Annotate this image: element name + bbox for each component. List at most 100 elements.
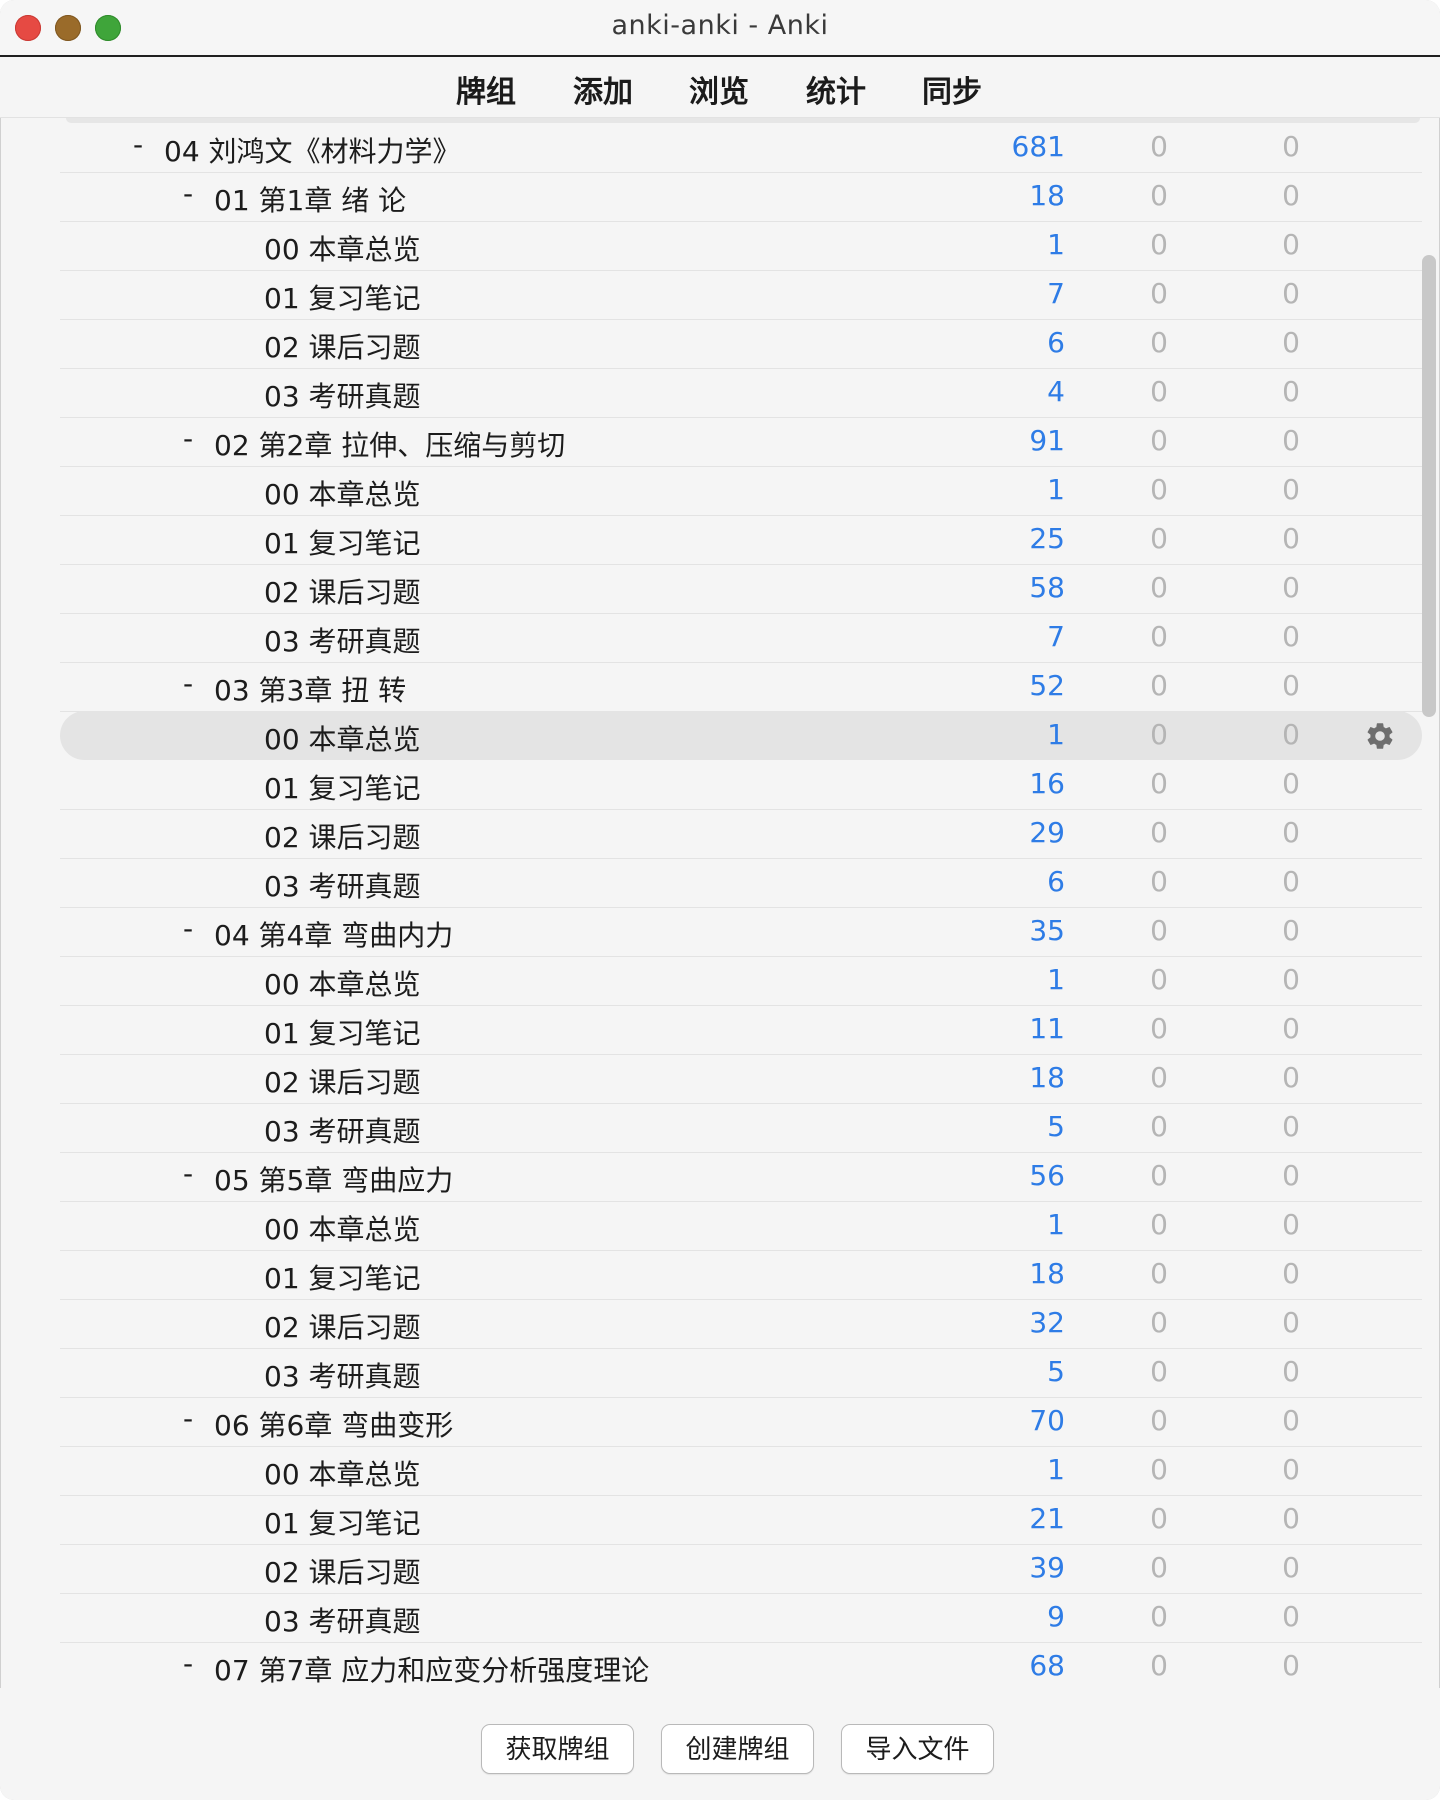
deck-row[interactable]: 02 课后习题 6 0 0 bbox=[60, 319, 1422, 369]
deck-row[interactable]: 02 课后习题 39 0 0 bbox=[60, 1544, 1422, 1594]
deck-name[interactable]: 00 本章总览 bbox=[264, 228, 421, 268]
deck-name[interactable]: 01 复习笔记 bbox=[264, 522, 421, 562]
deck-name[interactable]: 01 第1章 绪 论 bbox=[214, 179, 406, 219]
collapse-toggle[interactable]: - bbox=[183, 1157, 193, 1190]
learn-count: 0 bbox=[1150, 326, 1168, 359]
due-count: 0 bbox=[1282, 1502, 1300, 1535]
deck-name[interactable]: 03 考研真题 bbox=[264, 865, 421, 905]
deck-name[interactable]: 00 本章总览 bbox=[264, 1453, 421, 1493]
deck-row[interactable]: 00 本章总览 1 0 0 bbox=[60, 1446, 1422, 1496]
collapse-toggle[interactable]: - bbox=[183, 912, 193, 945]
deck-row[interactable]: 03 考研真题 5 0 0 bbox=[60, 1103, 1422, 1153]
learn-count: 0 bbox=[1150, 130, 1168, 163]
deck-row[interactable]: 03 考研真题 4 0 0 bbox=[60, 368, 1422, 418]
new-count: 16 bbox=[1029, 767, 1065, 800]
deck-name[interactable]: 00 本章总览 bbox=[264, 718, 421, 758]
deck-name[interactable]: 03 考研真题 bbox=[264, 1355, 421, 1395]
collapse-toggle[interactable]: - bbox=[183, 667, 193, 700]
deck-row[interactable]: 01 复习笔记 18 0 0 bbox=[60, 1250, 1422, 1300]
deck-row[interactable]: 02 课后习题 18 0 0 bbox=[60, 1054, 1422, 1104]
deck-name[interactable]: 03 考研真题 bbox=[264, 1600, 421, 1640]
deck-name[interactable]: 03 考研真题 bbox=[264, 375, 421, 415]
deck-name[interactable]: 02 课后习题 bbox=[264, 1061, 421, 1101]
deck-row[interactable]: -04 刘鸿文《材料力学》 681 0 0 bbox=[60, 123, 1422, 173]
deck-name[interactable]: 02 课后习题 bbox=[264, 326, 421, 366]
deck-row[interactable]: 01 复习笔记 16 0 0 bbox=[60, 760, 1422, 810]
deck-row[interactable]: -03 第3章 扭 转 52 0 0 bbox=[60, 662, 1422, 712]
deck-row[interactable]: 00 本章总览 1 0 0 bbox=[60, 711, 1422, 760]
toolbar-stats[interactable]: 统计 bbox=[806, 67, 866, 111]
deck-name[interactable]: 00 本章总览 bbox=[264, 473, 421, 513]
due-count: 0 bbox=[1282, 914, 1300, 947]
deck-row[interactable]: 01 复习笔记 21 0 0 bbox=[60, 1495, 1422, 1545]
collapse-toggle[interactable]: - bbox=[183, 1402, 193, 1435]
learn-count: 0 bbox=[1150, 865, 1168, 898]
gear-icon[interactable] bbox=[1364, 720, 1396, 752]
collapse-toggle[interactable]: - bbox=[183, 1647, 193, 1680]
learn-count: 0 bbox=[1150, 522, 1168, 555]
deck-row[interactable]: 03 考研真题 5 0 0 bbox=[60, 1348, 1422, 1398]
new-count: 29 bbox=[1029, 816, 1065, 849]
deck-row[interactable]: -04 第4章 弯曲内力 35 0 0 bbox=[60, 907, 1422, 957]
deck-name[interactable]: 02 课后习题 bbox=[264, 816, 421, 856]
toolbar-browse[interactable]: 浏览 bbox=[689, 67, 749, 111]
new-count: 5 bbox=[1047, 1355, 1065, 1388]
deck-name[interactable]: 01 复习笔记 bbox=[264, 1257, 421, 1297]
deck-name[interactable]: 00 本章总览 bbox=[264, 963, 421, 1003]
learn-count: 0 bbox=[1150, 1012, 1168, 1045]
import-file-button[interactable]: 导入文件 bbox=[841, 1724, 994, 1774]
deck-row[interactable]: 02 课后习题 58 0 0 bbox=[60, 564, 1422, 614]
deck-row[interactable]: 03 考研真题 7 0 0 bbox=[60, 613, 1422, 663]
deck-row[interactable]: 01 复习笔记 25 0 0 bbox=[60, 515, 1422, 565]
learn-count: 0 bbox=[1150, 473, 1168, 506]
deck-row[interactable]: 03 考研真题 9 0 0 bbox=[60, 1593, 1422, 1643]
deck-list-scrollbar[interactable] bbox=[1422, 255, 1436, 717]
create-deck-button[interactable]: 创建牌组 bbox=[661, 1724, 814, 1774]
learn-count: 0 bbox=[1150, 1600, 1168, 1633]
deck-name[interactable]: 02 课后习题 bbox=[264, 571, 421, 611]
toolbar-sync[interactable]: 同步 bbox=[922, 67, 982, 111]
deck-row[interactable]: 02 课后习题 29 0 0 bbox=[60, 809, 1422, 859]
new-count: 7 bbox=[1047, 620, 1065, 653]
deck-row[interactable]: -06 第6章 弯曲变形 70 0 0 bbox=[60, 1397, 1422, 1447]
deck-row[interactable]: -05 第5章 弯曲应力 56 0 0 bbox=[60, 1152, 1422, 1202]
deck-name[interactable]: 03 考研真题 bbox=[264, 620, 421, 660]
get-shared-decks-button[interactable]: 获取牌组 bbox=[481, 1724, 634, 1774]
deck-row[interactable]: 00 本章总览 1 0 0 bbox=[60, 466, 1422, 516]
deck-name[interactable]: 02 课后习题 bbox=[264, 1551, 421, 1591]
deck-row[interactable]: 00 本章总览 1 0 0 bbox=[60, 956, 1422, 1006]
deck-row[interactable]: 01 复习笔记 7 0 0 bbox=[60, 270, 1422, 320]
deck-name[interactable]: 01 复习笔记 bbox=[264, 767, 421, 807]
deck-name[interactable]: 02 第2章 拉伸、压缩与剪切 bbox=[214, 424, 565, 464]
deck-name[interactable]: 00 本章总览 bbox=[264, 1208, 421, 1248]
deck-row[interactable]: 01 复习笔记 11 0 0 bbox=[60, 1005, 1422, 1055]
deck-name[interactable]: 03 考研真题 bbox=[264, 1110, 421, 1150]
deck-row[interactable]: 03 考研真题 6 0 0 bbox=[60, 858, 1422, 908]
deck-row[interactable]: -02 第2章 拉伸、压缩与剪切 91 0 0 bbox=[60, 417, 1422, 467]
collapse-toggle[interactable]: - bbox=[183, 177, 193, 210]
deck-name[interactable]: 06 第6章 弯曲变形 bbox=[214, 1404, 453, 1444]
deck-name[interactable]: 01 复习笔记 bbox=[264, 1012, 421, 1052]
new-count: 5 bbox=[1047, 1110, 1065, 1143]
deck-name[interactable]: 01 复习笔记 bbox=[264, 277, 421, 317]
learn-count: 0 bbox=[1150, 1208, 1168, 1241]
deck-name[interactable]: 02 课后习题 bbox=[264, 1306, 421, 1346]
learn-count: 0 bbox=[1150, 1502, 1168, 1535]
deck-name[interactable]: 04 刘鸿文《材料力学》 bbox=[164, 130, 461, 170]
collapse-toggle[interactable]: - bbox=[133, 128, 143, 161]
deck-row[interactable]: -01 第1章 绪 论 18 0 0 bbox=[60, 172, 1422, 222]
deck-name[interactable]: 01 复习笔记 bbox=[264, 1502, 421, 1542]
deck-name[interactable]: 03 第3章 扭 转 bbox=[214, 669, 406, 709]
collapse-toggle[interactable]: - bbox=[183, 422, 193, 455]
deck-name[interactable]: 07 第7章 应力和应变分析强度理论 bbox=[214, 1649, 649, 1688]
deck-row[interactable]: 02 课后习题 32 0 0 bbox=[60, 1299, 1422, 1349]
deck-row[interactable]: 00 本章总览 1 0 0 bbox=[60, 1201, 1422, 1251]
toolbar-decks[interactable]: 牌组 bbox=[456, 67, 516, 111]
deck-row[interactable]: -07 第7章 应力和应变分析强度理论 68 0 0 bbox=[60, 1642, 1422, 1688]
deck-name[interactable]: 05 第5章 弯曲应力 bbox=[214, 1159, 453, 1199]
deck-row[interactable]: 00 本章总览 1 0 0 bbox=[60, 221, 1422, 271]
deck-name[interactable]: 04 第4章 弯曲内力 bbox=[214, 914, 453, 954]
due-count: 0 bbox=[1282, 767, 1300, 800]
due-count: 0 bbox=[1282, 1208, 1300, 1241]
toolbar-add[interactable]: 添加 bbox=[573, 67, 633, 111]
